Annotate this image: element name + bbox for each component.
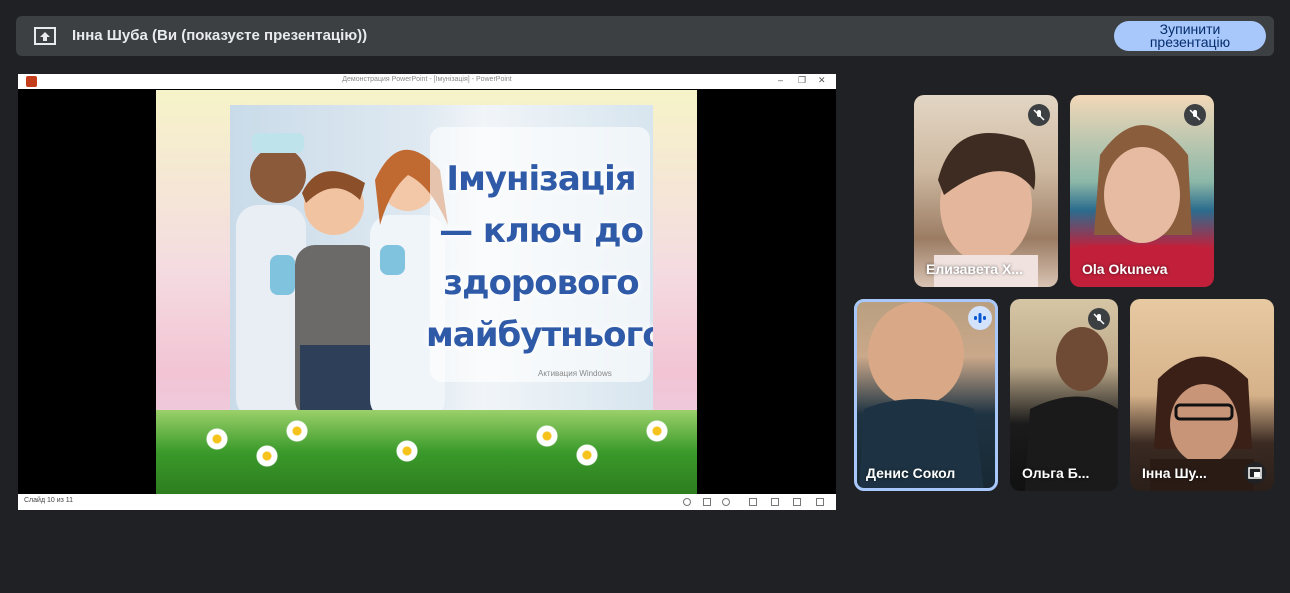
slide-illustration: Імунізація — ключ до здорового майбутньо… [230, 105, 653, 420]
banner-title: Інна Шуба (Ви (показуєте презентацію)) [72, 27, 368, 44]
flower-meadow [156, 410, 697, 494]
ppt-titlebar: Демонстрация PowerPoint - [Імунізація] -… [18, 74, 836, 89]
close-icon[interactable]: ✕ [818, 75, 826, 86]
present-screen-icon [34, 27, 56, 45]
ppt-window-title: Демонстрация PowerPoint - [Імунізація] -… [342, 76, 512, 83]
daisy-icon [286, 420, 308, 442]
slide-sorter-icon[interactable] [771, 498, 779, 506]
audio-level-icon [968, 306, 992, 330]
windows-activation-watermark: Активация Windows [538, 369, 612, 378]
mic-off-icon [1088, 308, 1110, 330]
notes-icon[interactable] [703, 498, 711, 506]
participant-tile-self[interactable]: Інна Шу... [1130, 299, 1274, 491]
picture-in-picture-icon[interactable] [1244, 462, 1266, 484]
participant-name: Ola Okuneva [1082, 261, 1168, 277]
daisy-icon [206, 428, 228, 450]
daisy-icon [646, 420, 668, 442]
participant-tile[interactable]: Елизавета Х... [914, 95, 1058, 287]
participant-name: Інна Шу... [1142, 465, 1207, 481]
shared-screen: Демонстрация PowerPoint - [Імунізація] -… [18, 74, 836, 510]
slideshow-icon[interactable] [816, 498, 824, 506]
participant-name: Елизавета Х... [926, 261, 1023, 277]
slide-counter: Слайд 10 из 11 [24, 497, 74, 504]
daisy-icon [396, 440, 418, 462]
stop-presenting-button[interactable]: Зупинити презентацію [1114, 21, 1266, 51]
prev-slide-icon[interactable] [683, 498, 691, 506]
daisy-icon [536, 425, 558, 447]
slide-title: Імунізація — ключ до здорового майбутньо… [426, 159, 653, 355]
next-slide-icon[interactable] [722, 498, 730, 506]
ppt-statusbar: Слайд 10 из 11 [18, 494, 836, 510]
restore-icon[interactable]: ❐ [798, 75, 806, 86]
participant-name: Денис Сокол [866, 465, 956, 481]
participant-name: Ольга Б... [1022, 465, 1090, 481]
mic-off-icon [1184, 104, 1206, 126]
daisy-icon [256, 445, 278, 467]
participant-tile-active-speaker[interactable]: Денис Сокол [854, 299, 998, 491]
slide: Імунізація — ключ до здорового майбутньо… [156, 90, 697, 494]
reading-view-icon[interactable] [793, 498, 801, 506]
normal-view-icon[interactable] [749, 498, 757, 506]
daisy-icon [576, 444, 598, 466]
participant-tile[interactable]: Ольга Б... [1010, 299, 1118, 491]
presentation-banner: Інна Шуба (Ви (показуєте презентацію)) З… [16, 16, 1274, 56]
minimize-icon[interactable]: – [778, 75, 783, 85]
mic-off-icon [1028, 104, 1050, 126]
stop-presenting-label: Зупинити презентацію [1149, 21, 1231, 50]
participant-tile[interactable]: Ola Okuneva [1070, 95, 1214, 287]
